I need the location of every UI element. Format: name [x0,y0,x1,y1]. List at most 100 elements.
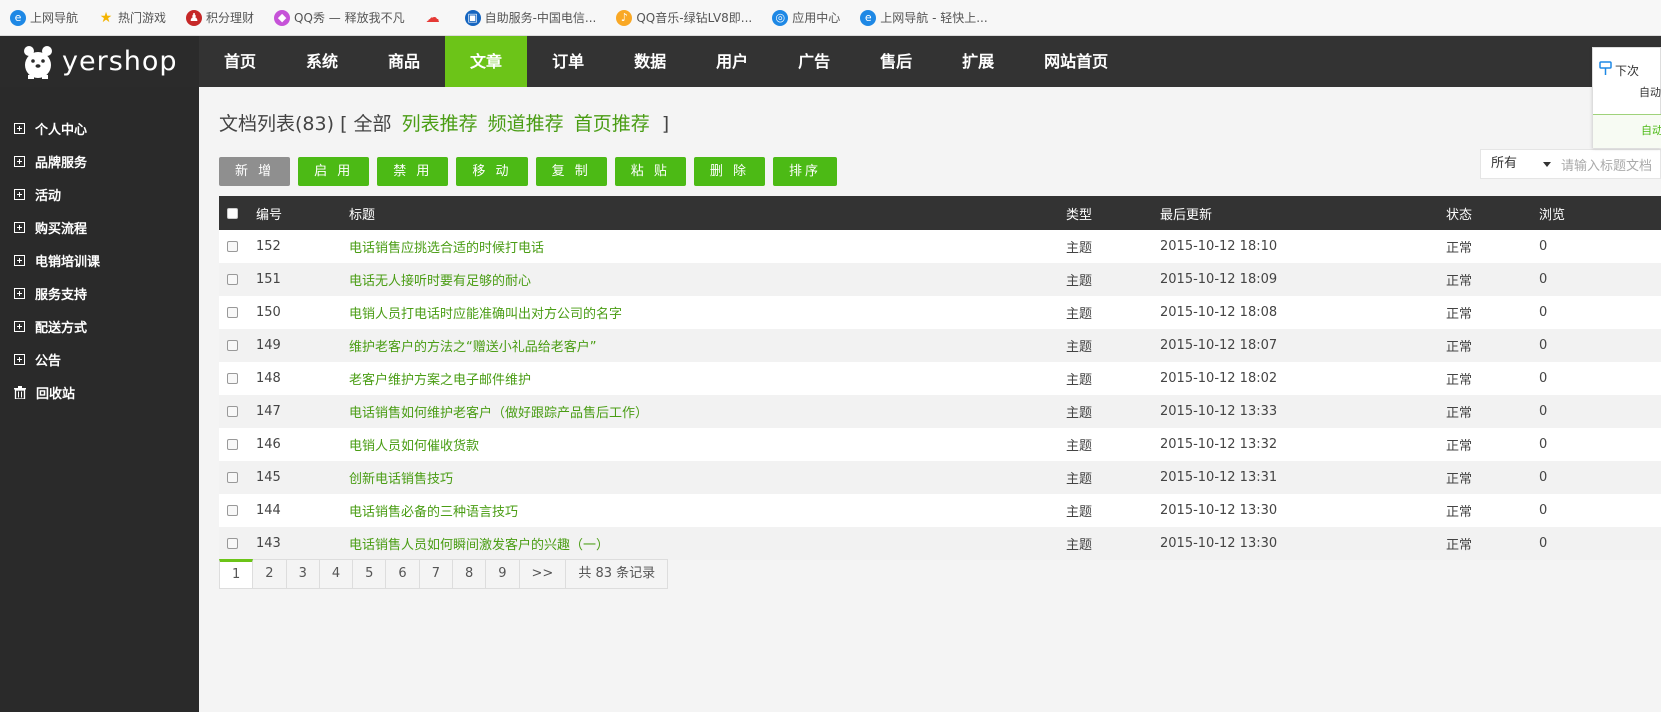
table-row: 145 创新电话销售技巧 主题 2015-10-12 13:31 正常 0 [219,461,1661,494]
row-title-link[interactable]: 电销人员如何催收货款 [349,435,479,454]
bookmark-item[interactable]: e 上网导航 [10,9,78,26]
sidebar-item[interactable]: 服务支持 [14,283,87,303]
notification-popup[interactable]: 下次 自动 自动 [1592,47,1661,148]
search-input[interactable]: 请输入标题文档 [1561,155,1652,174]
row-checkbox[interactable] [227,307,238,318]
bookmark-item[interactable]: ♪ QQ音乐-绿钻LV8即... [616,9,752,26]
header-title[interactable]: 标题 [349,204,375,223]
bookmark-item[interactable]: ♟ 积分理财 [186,9,254,26]
row-updated: 2015-10-12 13:33 [1160,404,1278,419]
page-link[interactable]: 6 [386,559,420,589]
sidebar-item[interactable]: 购买流程 [14,217,87,237]
sidebar-item[interactable]: 回收站 [14,382,75,402]
page-link[interactable]: 5 [353,559,387,589]
sidebar-item[interactable]: 公告 [14,349,61,369]
enable-button[interactable]: 启 用 [298,157,370,186]
row-views: 0 [1539,437,1548,452]
delete-button[interactable]: 删 除 [693,157,765,186]
main-nav: 首页 系统 商品 文章 订单 数据 用户 广告 售后 扩展 网站首页 [199,36,1133,87]
row-title-link[interactable]: 电话无人接听时要有足够的耐心 [349,270,531,289]
nav-item[interactable]: 系统 [281,36,363,87]
row-title-link[interactable]: 电话销售应挑选合适的时候打电话 [349,237,544,256]
row-title-link[interactable]: 电销人员打电话时应能准确叫出对方公司的名字 [349,303,622,322]
bear-logo-icon [24,45,52,79]
row-title-link[interactable]: 维护老客户的方法之“赠送小礼品给老客户” [349,336,596,355]
qqshow-icon: ◆ [274,9,291,26]
nav-item[interactable]: 网站首页 [1019,36,1133,87]
row-checkbox[interactable] [227,406,238,417]
sidebar-item[interactable]: 活动 [14,184,61,204]
row-checkbox[interactable] [227,439,238,450]
row-title-link[interactable]: 电话销售必备的三种语言技巧 [349,501,518,520]
status-select[interactable]: 所有 [1481,150,1561,178]
page-link[interactable]: 3 [286,559,320,589]
header-status[interactable]: 状态 [1446,204,1472,223]
bookmark-item[interactable]: ☁ [425,10,445,26]
row-title-link[interactable]: 电话销售如何维护老客户（做好跟踪产品售后工作） [349,402,648,421]
bookmark-label: 应用中心 [792,11,841,25]
header-updated[interactable]: 最后更新 [1160,204,1212,223]
page-link[interactable]: 7 [419,559,453,589]
page-link[interactable]: 1 [219,559,254,589]
move-button[interactable]: 移 动 [456,157,528,186]
nav-item[interactable]: 数据 [609,36,691,87]
row-id: 151 [256,272,281,287]
row-checkbox[interactable] [227,505,238,516]
header-id[interactable]: 编号 [256,204,282,223]
bookmark-item[interactable]: e 上网导航 - 轻快上... [860,9,988,26]
copy-button[interactable]: 复 制 [535,157,607,186]
row-checkbox[interactable] [227,373,238,384]
nav-item[interactable]: 广告 [773,36,855,87]
nav-item[interactable]: 售后 [855,36,937,87]
row-id: 149 [256,338,281,353]
nav-item[interactable]: 首页 [199,36,281,87]
row-checkbox[interactable] [227,241,238,252]
filter-list-recommend[interactable]: 列表推荐 [402,113,478,135]
row-checkbox[interactable] [227,274,238,285]
page-link[interactable]: 4 [319,559,354,589]
expand-plus-icon [14,221,25,233]
popup-action[interactable]: 自动 [1593,114,1661,148]
qqmusic-icon: ♪ [616,9,633,26]
row-checkbox[interactable] [227,538,238,549]
add-button[interactable]: 新 增 [219,157,291,186]
nav-item[interactable]: 用户 [691,36,773,87]
logo-text: yershop [62,46,178,77]
header-type[interactable]: 类型 [1066,204,1092,223]
document-table: 编号 标题 类型 最后更新 状态 浏览 152 电话销售应挑选合适的时候打电话 主题… [219,196,1661,560]
bookmark-item[interactable]: ★ 热门游戏 [98,9,166,26]
paste-button[interactable]: 粘 贴 [614,157,686,186]
telecom-icon: ▣ [464,9,481,26]
page-link[interactable]: 9 [486,559,520,589]
bookmark-item[interactable]: ◎ 应用中心 [772,9,840,26]
row-title-link[interactable]: 电话销售人员如何瞬间激发客户的兴趣（一） [349,534,609,553]
filter-all[interactable]: 全部 [354,113,392,135]
page-link[interactable]: 2 [253,559,287,589]
row-title-link[interactable]: 创新电话销售技巧 [349,468,453,487]
filter-channel-recommend[interactable]: 频道推荐 [488,113,564,135]
sidebar-item[interactable]: 电销培训课 [14,250,100,270]
bracket-close: ] [661,113,670,135]
sidebar-item[interactable]: 个人中心 [14,118,87,138]
logo[interactable]: yershop [0,36,199,87]
row-checkbox[interactable] [227,340,238,351]
page-link[interactable]: 8 [452,559,487,589]
header-views[interactable]: 浏览 [1539,204,1565,223]
next-page-button[interactable]: >> [519,559,567,589]
row-checkbox[interactable] [227,472,238,483]
bookmark-item[interactable]: ▣ 自助服务-中国电信... [464,9,596,26]
trash-icon [14,385,26,399]
nav-item[interactable]: 商品 [363,36,445,87]
nav-item[interactable]: 订单 [527,36,609,87]
row-title-link[interactable]: 老客户维护方案之电子邮件维护 [349,369,531,388]
nav-item[interactable]: 文章 [445,36,528,87]
filter-home-recommend[interactable]: 首页推荐 [574,113,650,135]
sidebar-item[interactable]: 配送方式 [14,316,87,336]
sort-button[interactable]: 排序 [772,157,837,186]
disable-button[interactable]: 禁 用 [377,157,449,186]
sidebar-item[interactable]: 品牌服务 [14,151,87,171]
bookmark-item[interactable]: ◆ QQ秀 — 释放我不凡 [274,9,405,26]
nav-item[interactable]: 扩展 [937,36,1019,87]
select-all-checkbox[interactable] [227,207,238,219]
row-updated: 2015-10-12 13:30 [1160,503,1278,518]
